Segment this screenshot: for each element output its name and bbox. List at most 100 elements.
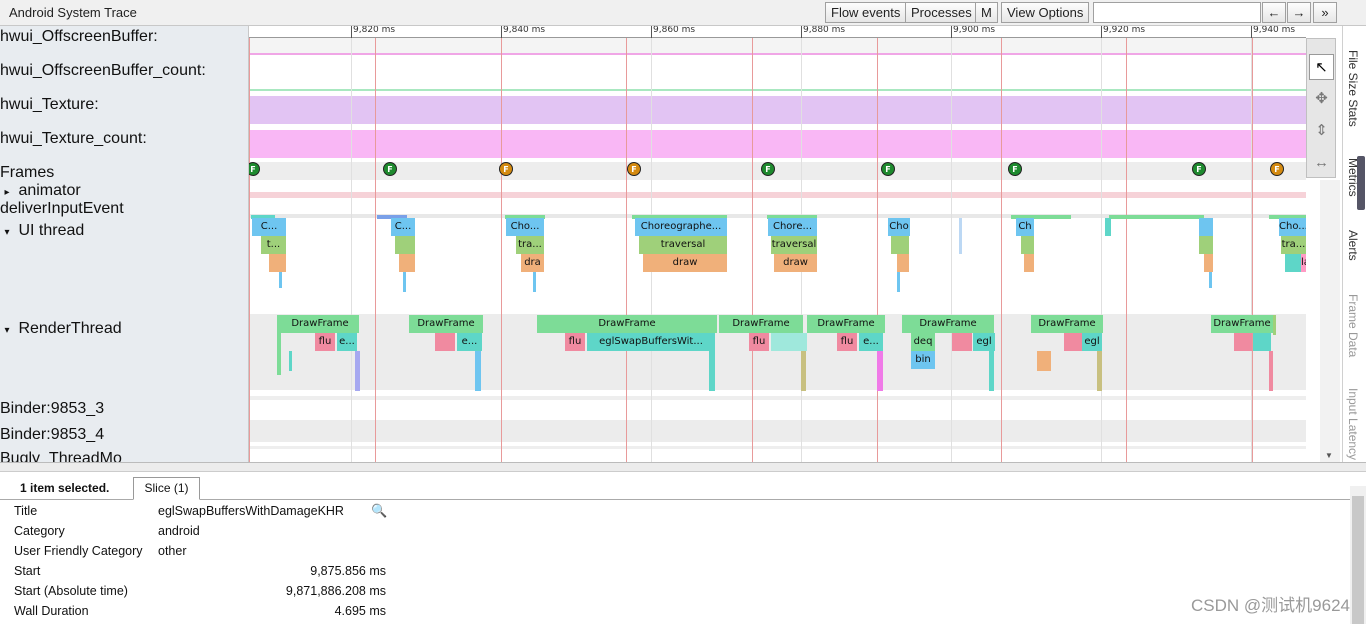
frame-marker[interactable]: F xyxy=(499,162,513,176)
slice-egl[interactable]: e... xyxy=(457,333,482,351)
frame-marker[interactable]: F xyxy=(627,162,641,176)
slice-sliver[interactable] xyxy=(1199,218,1213,236)
frame-marker[interactable]: F xyxy=(1270,162,1284,176)
slice-drawframe[interactable]: DrawFrame xyxy=(537,315,717,333)
slice-sliver[interactable] xyxy=(1269,351,1273,391)
slice-draw[interactable]: dra xyxy=(521,254,544,272)
slice-sliver[interactable] xyxy=(1199,236,1213,254)
slice-choreographer[interactable]: Choreographe... xyxy=(635,218,727,236)
slice-sliver[interactable] xyxy=(952,333,972,351)
slice-draw[interactable]: lay xyxy=(1301,254,1306,272)
slice-dequeue[interactable]: deq xyxy=(911,333,935,351)
slice-choreographer[interactable]: Cho... xyxy=(1279,218,1306,236)
scroll-down-icon[interactable]: ▼ xyxy=(1325,451,1333,460)
slice-sliver[interactable] xyxy=(269,254,286,272)
timing-tool-icon[interactable]: ↔ xyxy=(1309,150,1334,176)
timeline-scrollbar[interactable]: ▼ xyxy=(1320,180,1340,462)
slice-sliver[interactable] xyxy=(403,272,406,292)
analysis-scrollbar[interactable] xyxy=(1350,486,1366,624)
slice-sliver[interactable] xyxy=(1285,254,1301,272)
slice-drawframe[interactable]: DrawFrame xyxy=(902,315,994,333)
slice-traversal[interactable]: traversal xyxy=(771,236,817,254)
slice-sliver[interactable] xyxy=(399,254,415,272)
more-button[interactable]: » xyxy=(1313,2,1337,23)
slice-sliver[interactable] xyxy=(1204,254,1213,272)
select-tool-icon[interactable]: ↖ xyxy=(1309,54,1334,80)
view-options-button[interactable]: View Options xyxy=(1001,2,1090,23)
collapse-arrow-icon[interactable]: ▾ xyxy=(0,322,14,340)
slice-egl[interactable]: e... xyxy=(337,333,357,351)
flow-events-button[interactable]: Flow events xyxy=(825,2,907,23)
slice-egl[interactable]: egl xyxy=(1082,333,1102,351)
search-input[interactable] xyxy=(1093,2,1261,23)
find-next-button[interactable]: → xyxy=(1287,2,1311,23)
zoom-tool-icon[interactable]: ⇕ xyxy=(1309,118,1334,144)
slice-sliver[interactable] xyxy=(897,272,900,292)
slice-drawframe[interactable]: DrawFrame xyxy=(1211,315,1273,333)
slice-sliver[interactable] xyxy=(897,254,909,272)
slice-sliver[interactable] xyxy=(1064,333,1082,351)
slice-traversal[interactable]: tra... xyxy=(1281,236,1306,254)
slice-sliver[interactable] xyxy=(989,351,994,391)
search-icon[interactable]: 🔍 xyxy=(371,503,387,519)
slice-sliver[interactable] xyxy=(709,351,715,391)
tab-frame-data[interactable]: Frame Data xyxy=(1346,294,1360,357)
slice-sliver[interactable] xyxy=(1253,333,1271,351)
slice-sliver[interactable] xyxy=(1273,315,1276,335)
slice-flush[interactable]: flu xyxy=(837,333,857,351)
slice-drawframe[interactable]: DrawFrame xyxy=(1031,315,1103,333)
slice-sliver[interactable] xyxy=(435,333,455,351)
slice-choreographer[interactable]: Cho xyxy=(888,218,910,236)
processes-button[interactable]: Processes xyxy=(905,2,978,23)
tab-file-size-stats[interactable]: File Size Stats xyxy=(1346,50,1360,127)
slice-sliver[interactable] xyxy=(1209,272,1212,288)
slice-sliver[interactable] xyxy=(277,315,281,375)
slice-drawframe[interactable]: DrawFrame xyxy=(281,315,359,333)
collapse-arrow-icon[interactable]: ▾ xyxy=(0,224,14,242)
slice-sliver[interactable] xyxy=(959,218,962,254)
slice-sliver[interactable] xyxy=(891,236,909,254)
tab-input-latency[interactable]: Input Latency xyxy=(1346,388,1360,460)
slice-sliver[interactable] xyxy=(1109,215,1204,219)
frame-marker[interactable]: F xyxy=(881,162,895,176)
slice-choreographer[interactable]: C... xyxy=(391,218,415,236)
slice-sliver[interactable] xyxy=(1021,236,1034,254)
frame-marker[interactable]: F xyxy=(1192,162,1206,176)
slice-binder[interactable]: bin xyxy=(911,351,935,369)
slice-egl[interactable]: egl xyxy=(973,333,995,351)
slice-sliver[interactable] xyxy=(289,351,292,371)
slice-choreographer[interactable]: Chore... xyxy=(768,218,817,236)
track-label-render-thread[interactable]: ▾ RenderThread xyxy=(0,320,121,340)
tab-alerts[interactable]: Alerts xyxy=(1346,230,1360,261)
frame-marker[interactable]: F xyxy=(383,162,397,176)
slice-sliver[interactable] xyxy=(1097,351,1102,391)
slice-traversal[interactable]: t... xyxy=(261,236,286,254)
slice-choreographer[interactable]: Ch xyxy=(1016,218,1034,236)
slice-flush[interactable]: flu xyxy=(315,333,335,351)
tab-slice[interactable]: Slice (1) xyxy=(133,477,200,500)
frame-marker[interactable]: F xyxy=(1008,162,1022,176)
slice-egl-swap-selected[interactable]: eglSwapBuffersWit... xyxy=(587,333,715,351)
slice-sliver[interactable] xyxy=(533,272,536,292)
slice-draw[interactable]: draw xyxy=(643,254,727,272)
frame-marker[interactable]: F xyxy=(761,162,775,176)
slice-traversal[interactable]: traversal xyxy=(639,236,727,254)
track-label-ui-thread[interactable]: ▾ UI thread xyxy=(0,222,84,242)
slice-egl[interactable]: e... xyxy=(859,333,883,351)
pan-tool-icon[interactable]: ✥ xyxy=(1309,86,1334,112)
slice-drawframe[interactable]: DrawFrame xyxy=(719,315,803,333)
slice-sliver[interactable] xyxy=(771,333,807,351)
slice-traversal[interactable]: tra... xyxy=(516,236,544,254)
time-ruler[interactable]: 9,820 ms 9,840 ms 9,860 ms 9,880 ms 9,90… xyxy=(249,26,1306,38)
timeline-canvas[interactable]: 9,820 ms 9,840 ms 9,860 ms 9,880 ms 9,90… xyxy=(249,26,1306,462)
slice-choreographer[interactable]: C... xyxy=(252,218,286,236)
panel-splitter[interactable] xyxy=(0,462,1366,472)
slice-choreographer[interactable]: Cho... xyxy=(506,218,544,236)
slice-flush[interactable]: flu xyxy=(565,333,585,351)
slice-draw[interactable]: draw xyxy=(774,254,817,272)
track-label-animator[interactable]: ▸ animator xyxy=(0,182,80,202)
scrollbar-thumb[interactable] xyxy=(1352,496,1364,624)
slice-sliver[interactable] xyxy=(475,351,481,391)
find-previous-button[interactable]: ← xyxy=(1262,2,1286,23)
slice-sliver[interactable] xyxy=(1037,351,1051,371)
